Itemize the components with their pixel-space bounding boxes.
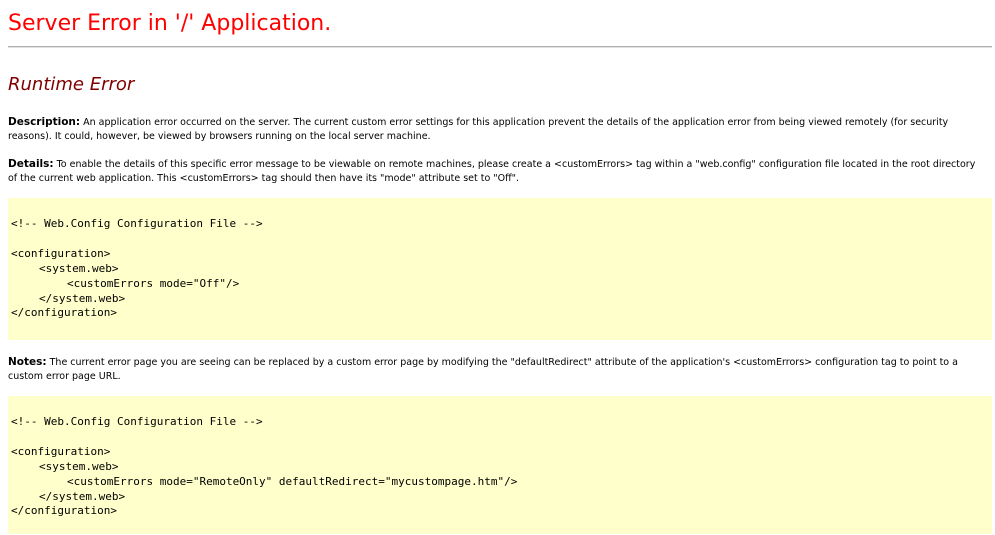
config-code-block-1: <!-- Web.Config Configuration File --> <c… — [8, 198, 992, 340]
page-title: Server Error in '/' Application. — [8, 11, 332, 36]
error-subtitle: Runtime Error — [8, 74, 135, 95]
description-section: Description: An application error occurr… — [8, 115, 983, 144]
code-custom-errors: <customErrors mode="Off"/> — [67, 277, 240, 290]
notes-section: Notes: The current error page you are se… — [8, 355, 983, 384]
config-code-block-2: <!-- Web.Config Configuration File --> <c… — [8, 396, 992, 534]
error-page: Server Error in '/' Application. Runtime… — [0, 0, 995, 535]
details-section: Details: To enable the details of this s… — [8, 157, 983, 186]
description-label: Description: — [8, 116, 81, 128]
code-configuration-open: <configuration> — [11, 445, 111, 458]
code-system-web-close: </system.web> — [39, 292, 126, 305]
description-text: An application error occurred on the ser… — [8, 117, 949, 142]
code-system-web-open: <system.web> — [39, 262, 119, 275]
code-configuration-open: <configuration> — [11, 247, 111, 260]
code-listing-2: <!-- Web.Config Configuration File --> <c… — [11, 396, 992, 517]
notes-text: The current error page you are seeing ca… — [8, 357, 958, 382]
code-comment: <!-- Web.Config Configuration File --> — [11, 217, 263, 230]
details-label: Details: — [8, 158, 54, 170]
notes-label: Notes: — [8, 356, 47, 368]
code-listing-1: <!-- Web.Config Configuration File --> <c… — [11, 198, 992, 319]
code-system-web-close: </system.web> — [39, 490, 126, 503]
code-configuration-close: </configuration> — [11, 306, 117, 319]
details-text: To enable the details of this specific e… — [8, 159, 976, 184]
title-divider — [8, 46, 992, 48]
code-system-web-open: <system.web> — [39, 460, 119, 473]
code-comment: <!-- Web.Config Configuration File --> — [11, 415, 263, 428]
code-custom-errors: <customErrors mode="RemoteOnly" defaultR… — [67, 475, 518, 488]
code-configuration-close: </configuration> — [11, 504, 117, 517]
